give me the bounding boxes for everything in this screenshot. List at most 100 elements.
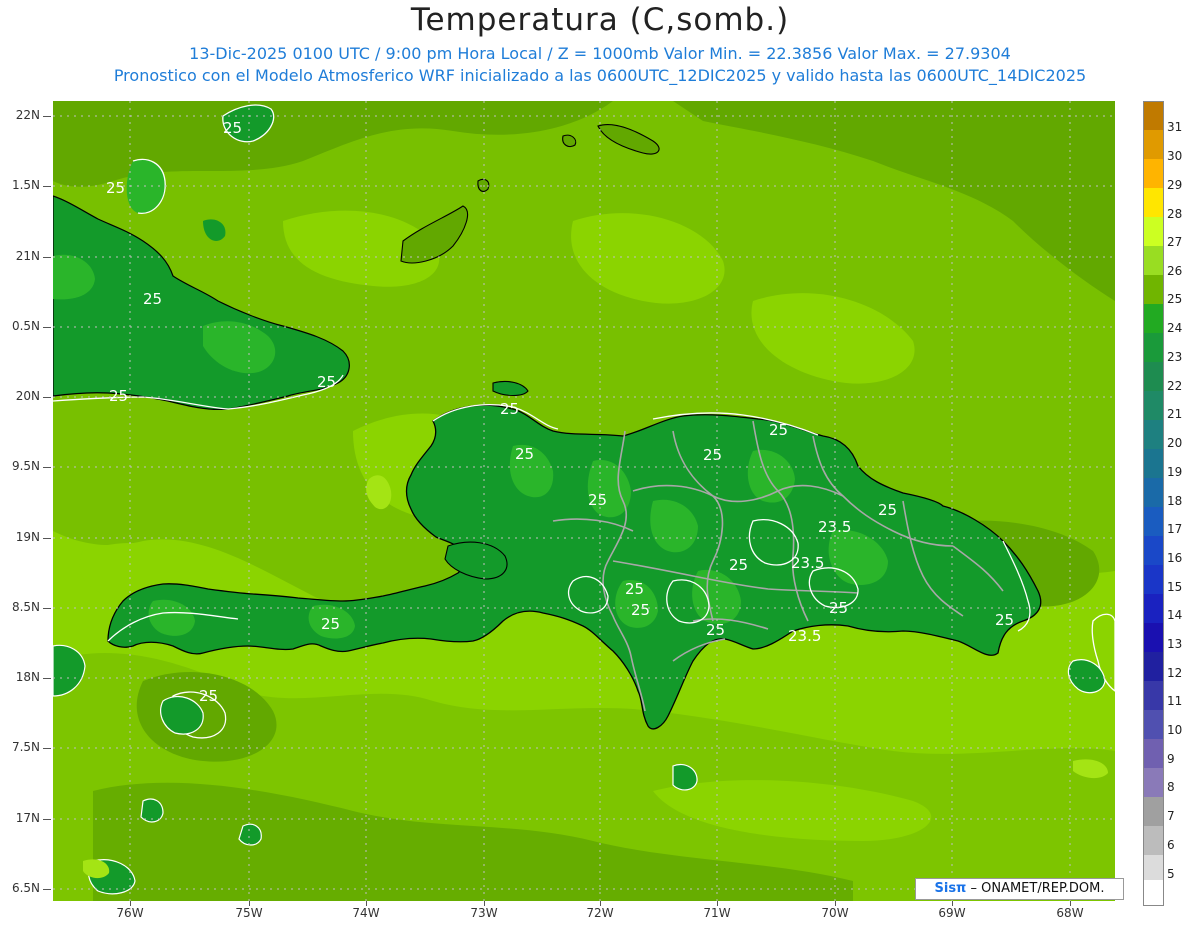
map-subtitle-date: 13-Dic-2025 0100 UTC / 9:00 pm Hora Loca… [189,44,1011,63]
color-scale-swatch [1144,565,1163,594]
lon-label: 71W [703,906,731,920]
color-scale-label: 21 [1167,407,1183,421]
color-scale-label: 24 [1167,321,1183,335]
color-scale-swatch [1144,797,1163,826]
lon-label: 68W [1056,906,1084,920]
contour-label: 25 [106,179,125,197]
color-scale-swatch [1144,880,1163,905]
color-scale-swatch [1144,130,1163,159]
lat-label: 20N [15,389,40,403]
map-title: Temperatura (C,somb.) [410,2,790,38]
color-scale-label: 31 [1167,120,1183,134]
color-scale-label: 18 [1167,494,1183,508]
lon-label: 70W [821,906,849,920]
color-scale-label: 12 [1167,666,1183,680]
temperature-map: 25 25 25 25 25 25 25 25 25 25 25 25 25 2… [52,101,1116,901]
lat-label: 7.5N [11,740,40,754]
color-scale-swatch [1144,768,1163,797]
contour-label: 25 [109,387,128,405]
color-scale-swatch [1144,652,1163,681]
contour-label: 25 [199,687,218,705]
color-scale-swatch [1144,507,1163,536]
lat-label: 8.5N [11,600,40,614]
color-scale-label: 8 [1167,780,1175,794]
contour-label: 25 [706,621,725,639]
color-scale-swatch [1144,246,1163,275]
contour-label: 25 [631,601,650,619]
contour-label: 25 [769,421,788,439]
color-scale-swatch [1144,420,1163,449]
lon-label: 76W [116,906,144,920]
lat-label: 17N [15,811,40,825]
color-scale-label: 9 [1167,752,1175,766]
contour-label: 25 [317,373,336,391]
color-scale-label: 23 [1167,350,1183,364]
lon-label: 69W [938,906,966,920]
lat-label: 18N [15,670,40,684]
lon-label: 75W [235,906,263,920]
contour-label: 25 [143,290,162,308]
lon-label: 72W [586,906,614,920]
color-scale-label: 16 [1167,551,1183,565]
color-scale-swatch [1144,623,1163,652]
color-scale-bar [1143,101,1164,906]
color-scale-swatch [1144,159,1163,188]
color-scale-label: 28 [1167,207,1183,221]
lat-label: 22N [15,108,40,122]
color-scale-label: 7 [1167,809,1175,823]
color-scale-label: 29 [1167,178,1183,192]
color-scale-swatch [1144,362,1163,391]
color-scale-swatch [1144,478,1163,507]
lat-label: 21N [15,249,40,263]
contour-label: 25 [515,445,534,463]
credit-brand: Sisπ [934,881,967,896]
map-canvas: 25 25 25 25 25 25 25 25 25 25 25 25 25 2… [52,101,1116,901]
lat-label: 9.5N [11,459,40,473]
color-scale-label: 20 [1167,436,1183,450]
color-scale-label: 5 [1167,867,1175,881]
color-scale-swatch [1144,449,1163,478]
color-scale-label: 19 [1167,465,1183,479]
contour-label: 23.5 [791,554,824,572]
contour-label: 25 [321,615,340,633]
lat-label: 0.5N [11,319,40,333]
contour-label: 25 [588,491,607,509]
contour-label: 25 [223,119,242,137]
color-scale-swatch [1144,536,1163,565]
color-scale-swatch [1144,826,1163,855]
color-scale-swatch [1144,102,1163,130]
color-scale-label: 25 [1167,292,1183,306]
color-scale-swatch [1144,304,1163,333]
color-scale-label: 27 [1167,235,1183,249]
credit-box: Sisπ – ONAMET/REP.DOM. [915,878,1124,900]
color-scale-label: 6 [1167,838,1175,852]
color-scale-label: 30 [1167,149,1183,163]
contour-label: 25 [500,400,519,418]
contour-label: 25 [703,446,722,464]
color-scale-label: 15 [1167,580,1183,594]
color-scale-swatch [1144,855,1163,880]
color-scale-swatch [1144,594,1163,623]
color-scale-swatch [1144,391,1163,420]
map-subtitle-model: Pronostico con el Modelo Atmosferico WRF… [113,66,1087,85]
contour-label: 23.5 [788,627,821,645]
lat-label: 1.5N [11,178,40,192]
color-scale-swatch [1144,275,1163,304]
color-scale-label: 13 [1167,637,1183,651]
lat-label: 19N [15,530,40,544]
contour-label: 25 [625,580,644,598]
contour-label: 23.5 [818,518,851,536]
color-scale-label: 10 [1167,723,1183,737]
color-scale-label: 11 [1167,694,1183,708]
lon-label: 74W [352,906,380,920]
color-scale-swatch [1144,710,1163,739]
color-scale-swatch [1144,681,1163,710]
color-scale-swatch [1144,333,1163,362]
color-scale-label: 26 [1167,264,1183,278]
contour-label: 25 [878,501,897,519]
contour-label: 25 [729,556,748,574]
lat-label: 6.5N [11,881,40,895]
color-scale-swatch [1144,188,1163,217]
color-scale-swatch [1144,739,1163,768]
color-scale-swatch [1144,217,1163,246]
